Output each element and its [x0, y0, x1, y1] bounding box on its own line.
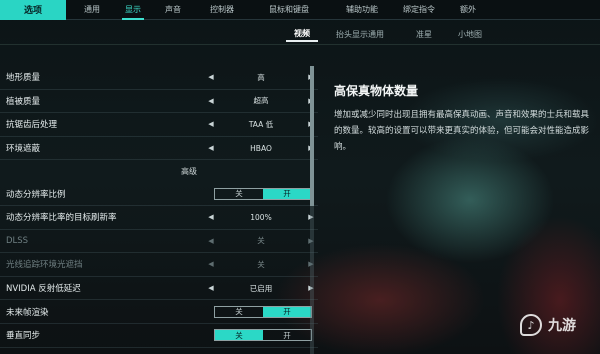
description-body: 增加或减少同时出现且拥有最高保真动画、声音和效果的士兵和载具的数量。较高的设置可… [334, 110, 590, 152]
setting-label: 植被质量 [6, 96, 41, 107]
setting-value: 高 [257, 72, 265, 82]
scrollbar[interactable] [310, 66, 314, 354]
setting-selector: ◀ TAA 低 ▶ [206, 118, 316, 130]
toggle-off-option[interactable]: 关 [215, 307, 263, 317]
tab-accessibility[interactable]: 辅助功能 [332, 0, 392, 20]
toggle-off-option[interactable]: 关 [215, 330, 263, 341]
subnav-divider [0, 44, 600, 45]
toggle-switch[interactable]: 关 开 [214, 329, 312, 342]
setting-row-terrain-quality[interactable]: 地形质量 ◀ 高 ▶ [0, 66, 318, 90]
setting-selector: ◀ 超高 ▶ [206, 95, 316, 107]
toggle-on-option[interactable]: 开 [263, 188, 311, 199]
setting-selector: ◀ HBAO ▶ [206, 142, 316, 154]
description-title: 高保真物体数量 [334, 84, 419, 98]
arrow-left-icon[interactable]: ◀ [206, 73, 216, 81]
setting-selector: ◀ 高 ▶ [206, 71, 316, 83]
section-title-advanced: 高级 [181, 166, 197, 176]
toggle-on-option[interactable]: 开 [263, 330, 311, 340]
subtab-crosshair[interactable]: 准星 [392, 26, 440, 42]
setting-value: 关 [257, 236, 265, 246]
setting-row-raytraced-ao[interactable]: 光线追踪环境光遮挡 ◀ 关 ▶ [0, 253, 318, 277]
arrow-left-icon[interactable]: ◀ [206, 144, 216, 152]
watermark-text: 九游 [548, 318, 576, 334]
sub-navigation: 视频 抬头显示通用 准星 小地图 [286, 26, 490, 42]
setting-label: 垂直同步 [6, 331, 41, 342]
toggle-switch[interactable]: 关 开 [214, 187, 312, 200]
setting-row-vegetation-quality[interactable]: 植被质量 ◀ 超高 ▶ [0, 90, 318, 114]
setting-row-anti-aliasing[interactable]: 抗锯齿后处理 ◀ TAA 低 ▶ [0, 113, 318, 137]
setting-label: 光线追踪环境光遮挡 [6, 260, 83, 271]
subtab-hud-general[interactable]: 抬头显示通用 [318, 26, 392, 42]
arrow-left-icon[interactable]: ◀ [206, 97, 216, 105]
setting-row-nvidia-reflex[interactable]: NVIDIA 反射低延迟 ◀ 已启用 ▶ [0, 277, 318, 301]
setting-row-vsync[interactable]: 垂直同步 关 开 [0, 324, 318, 348]
tab-audio[interactable]: 声音 [148, 0, 198, 20]
tab-display[interactable]: 显示 [118, 0, 148, 20]
arrow-left-icon[interactable]: ◀ [206, 213, 216, 221]
watermark: ♪ 九游 [520, 314, 576, 336]
setting-row-future-frame-rendering[interactable]: 未来帧渲染 关 开 [0, 300, 318, 324]
description-panel: 高保真物体数量 增加或减少同时出现且拥有最高保真动画、声音和效果的士兵和载具的数… [334, 82, 592, 155]
jiuyou-logo-icon: ♪ [520, 314, 542, 336]
tab-mouse-keyboard[interactable]: 鼠标和键盘 [246, 0, 332, 20]
tab-controller[interactable]: 控制器 [198, 0, 246, 20]
setting-row-dlss[interactable]: DLSS ◀ 关 ▶ [0, 230, 318, 254]
setting-selector: ◀ 关 ▶ [206, 258, 316, 270]
setting-label: 抗锯齿后处理 [6, 120, 58, 131]
toggle-on-option[interactable]: 开 [263, 306, 311, 317]
setting-value: HBAO [250, 143, 272, 153]
arrow-left-icon[interactable]: ◀ [206, 237, 216, 245]
tab-general[interactable]: 通用 [66, 0, 118, 20]
setting-selector: ◀ 已启用 ▶ [206, 282, 316, 294]
setting-label: 未来帧渲染 [6, 307, 49, 318]
settings-list: 地形质量 ◀ 高 ▶ 植被质量 ◀ 超高 ▶ 抗锯齿后处理 ◀ TAA 低 ▶ … [0, 66, 318, 348]
setting-value: 已启用 [249, 283, 273, 293]
setting-value: TAA 低 [248, 119, 274, 129]
arrow-left-icon[interactable]: ◀ [206, 260, 216, 268]
setting-row-dynamic-resolution[interactable]: 动态分辨率比例 关 开 [0, 182, 318, 206]
setting-label: 环境遮蔽 [6, 144, 41, 155]
arrow-left-icon[interactable]: ◀ [206, 284, 216, 292]
setting-row-target-refresh-rate[interactable]: 动态分辨率比率的目标刷新率 ◀ 100% ▶ [0, 206, 318, 230]
setting-label: 地形质量 [6, 73, 41, 84]
setting-label: 动态分辨率比率的目标刷新率 [6, 213, 117, 224]
tab-extra[interactable]: 额外 [446, 0, 490, 20]
subtab-video[interactable]: 视频 [286, 26, 318, 42]
toggle-off-option[interactable]: 关 [215, 189, 263, 199]
setting-row-ambient-occlusion[interactable]: 环境遮蔽 ◀ HBAO ▶ [0, 137, 318, 161]
setting-label: 动态分辨率比例 [6, 189, 66, 200]
scrollbar-thumb[interactable] [310, 66, 314, 206]
setting-selector: ◀ 关 ▶ [206, 235, 316, 247]
arrow-left-icon[interactable]: ◀ [206, 120, 216, 128]
tab-keybinds[interactable]: 绑定指令 [392, 0, 446, 20]
toggle-switch[interactable]: 关 开 [214, 305, 312, 318]
setting-value: 关 [257, 259, 265, 269]
setting-label: DLSS [6, 235, 29, 246]
options-title: 选项 [0, 0, 66, 20]
setting-selector: ◀ 100% ▶ [206, 211, 316, 223]
setting-value: 超高 [253, 96, 269, 106]
setting-label: NVIDIA 反射低延迟 [6, 284, 81, 295]
top-navigation: 选项 通用 显示 声音 控制器 鼠标和键盘 辅助功能 绑定指令 额外 [0, 0, 600, 20]
subtab-minimap[interactable]: 小地图 [440, 26, 490, 42]
setting-value: 100% [250, 212, 272, 222]
